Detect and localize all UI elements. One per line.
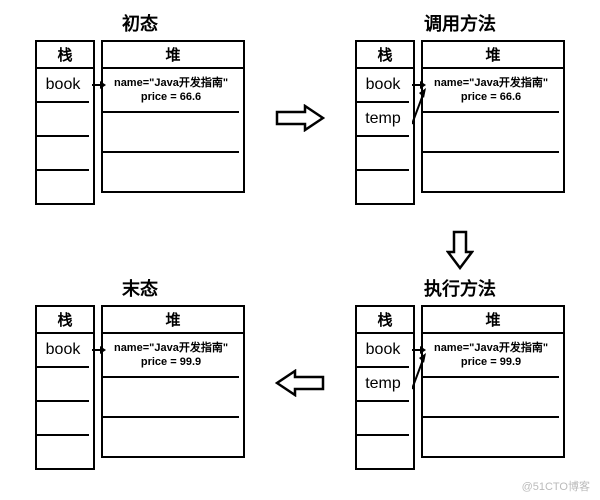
stack-cell [357, 137, 409, 171]
heap-name-line: name="Java开发指南" [434, 341, 548, 355]
heap-cells: name="Java开发指南" price = 66.6 [101, 67, 245, 193]
stack-cell [37, 368, 89, 402]
heap-empty [423, 418, 559, 456]
heap-empty [423, 153, 559, 191]
flow-arrow-left [270, 275, 330, 490]
heap-empty [103, 418, 239, 456]
state-execute: 执行方法 栈 book temp 堆 [330, 275, 590, 490]
heap-column: 堆 name="Java开发指南" price = 99.9 [421, 305, 565, 458]
stack-label: 栈 [355, 40, 415, 67]
state-invoke: 调用方法 栈 book temp 堆 [330, 10, 590, 225]
stack-cell [37, 171, 89, 203]
stack-cells: book [35, 67, 95, 205]
state-initial: 初态 栈 book 堆 name="Java开发指南" [10, 10, 270, 225]
heap-object: name="Java开发指南" price = 66.6 [423, 69, 559, 113]
stack-cells: book [35, 332, 95, 470]
arrow-right-icon [275, 104, 325, 132]
heap-name-line: name="Java开发指南" [434, 76, 548, 90]
heap-cells: name="Java开发指南" price = 66.6 [421, 67, 565, 193]
heap-column: 堆 name="Java开发指南" price = 99.9 [101, 305, 245, 458]
heap-label: 堆 [421, 305, 565, 332]
stack-cell [37, 103, 89, 137]
watermark: @51CTO博客 [522, 478, 590, 494]
stack-cell [357, 402, 409, 436]
stack-cell [37, 137, 89, 171]
state-title: 末态 [122, 275, 158, 301]
heap-column: 堆 name="Java开发指南" price = 66.6 [421, 40, 565, 193]
stack-cell [357, 171, 409, 203]
stack-cell [357, 436, 409, 468]
heap-column: 堆 name="Java开发指南" price = 66.6 [101, 40, 245, 193]
heap-empty [103, 113, 239, 153]
stack-cell: temp [357, 103, 409, 137]
arrow-left-icon [275, 369, 325, 397]
heap-name-line: name="Java开发指南" [114, 341, 228, 355]
stack-cell: book [37, 69, 89, 103]
heap-price-line: price = 99.9 [141, 355, 201, 369]
heap-cells: name="Java开发指南" price = 99.9 [421, 332, 565, 458]
memory-diagram: 栈 book temp 堆 name="Ja [355, 305, 565, 470]
stack-cell: temp [357, 368, 409, 402]
flow-arrow-right [270, 10, 330, 225]
spacer [270, 225, 330, 275]
heap-price-line: price = 99.9 [461, 355, 521, 369]
state-title: 调用方法 [424, 10, 496, 36]
stack-cells: book temp [355, 332, 415, 470]
arrow-down-icon [446, 230, 474, 270]
heap-label: 堆 [421, 40, 565, 67]
stack-column: 栈 book temp [355, 305, 415, 470]
heap-object: name="Java开发指南" price = 66.6 [103, 69, 239, 113]
memory-diagram: 栈 book 堆 name="Java开发指南" price = 66.6 [35, 40, 245, 205]
heap-price-line: price = 66.6 [141, 90, 201, 104]
stack-column: 栈 book temp [355, 40, 415, 205]
state-title: 初态 [122, 10, 158, 36]
heap-name-line: name="Java开发指南" [114, 76, 228, 90]
heap-cells: name="Java开发指南" price = 99.9 [101, 332, 245, 458]
heap-label: 堆 [101, 305, 245, 332]
heap-label: 堆 [101, 40, 245, 67]
stack-cell: book [357, 334, 409, 368]
stack-cells: book temp [355, 67, 415, 205]
state-final: 末态 栈 book 堆 name="Java开发指南" [10, 275, 270, 490]
heap-price-line: price = 66.6 [461, 90, 521, 104]
spacer [10, 225, 270, 275]
heap-empty [423, 113, 559, 153]
stack-label: 栈 [355, 305, 415, 332]
flow-arrow-down [330, 225, 590, 275]
stack-cell [37, 436, 89, 468]
stack-label: 栈 [35, 40, 95, 67]
memory-diagram: 栈 book 堆 name="Java开发指南" price = 99.9 [35, 305, 245, 470]
state-title: 执行方法 [424, 275, 496, 301]
stack-column: 栈 book [35, 40, 95, 205]
stack-cell [37, 402, 89, 436]
heap-object: name="Java开发指南" price = 99.9 [103, 334, 239, 378]
stack-cell: book [37, 334, 89, 368]
memory-diagram: 栈 book temp 堆 name="Ja [355, 40, 565, 205]
stack-cell: book [357, 69, 409, 103]
stack-column: 栈 book [35, 305, 95, 470]
heap-empty [103, 378, 239, 418]
heap-object: name="Java开发指南" price = 99.9 [423, 334, 559, 378]
stack-label: 栈 [35, 305, 95, 332]
heap-empty [423, 378, 559, 418]
heap-empty [103, 153, 239, 191]
